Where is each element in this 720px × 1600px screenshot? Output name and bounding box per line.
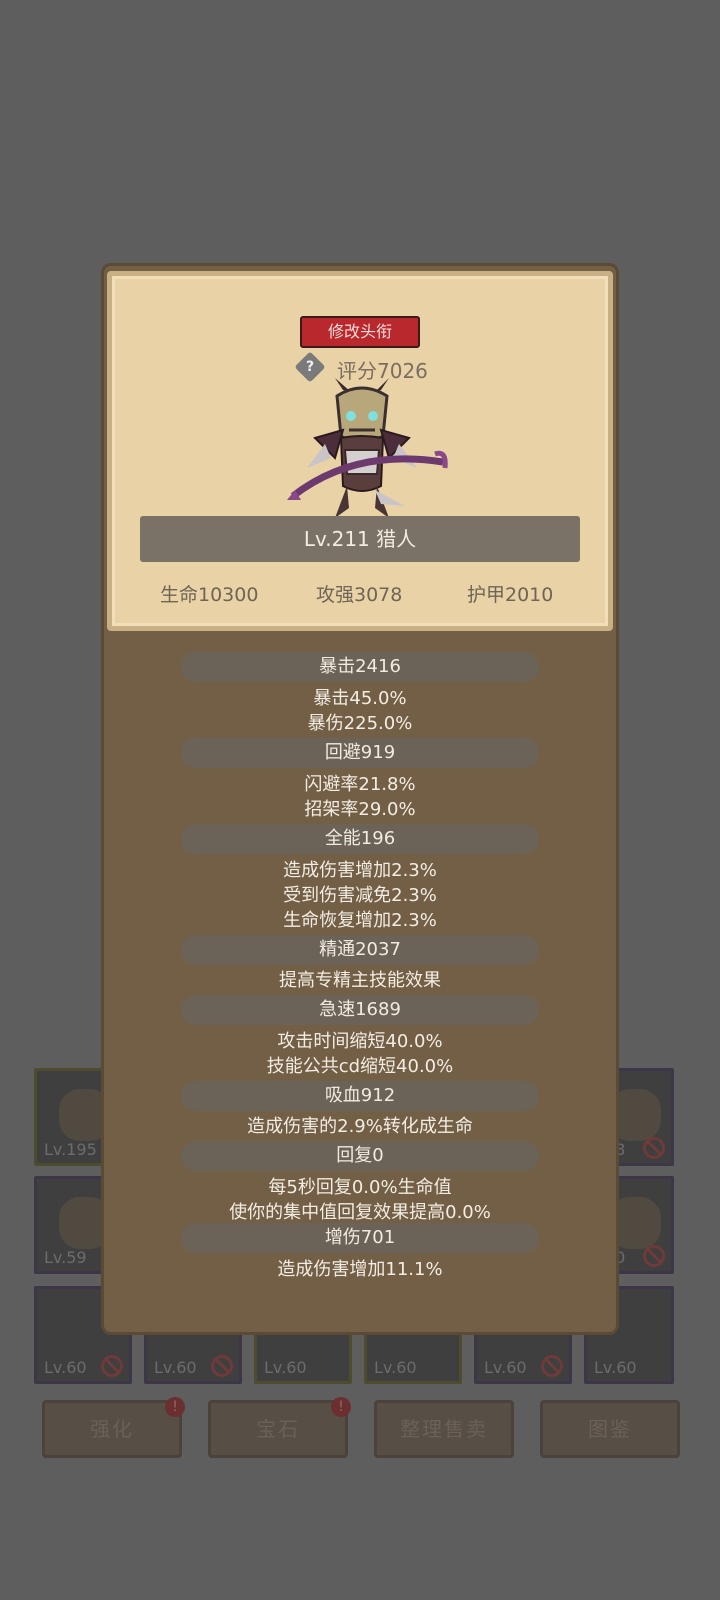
base-stat-attack: 攻强3078 [316, 584, 403, 606]
change-title-button[interactable]: 修改头衔 [300, 316, 420, 348]
base-stat-armor: 护甲2010 [467, 584, 554, 606]
item-level: Lv.60 [44, 1358, 87, 1377]
gem-button[interactable]: 宝石 ! [208, 1397, 351, 1458]
sort-sell-label: 整理售卖 [400, 1417, 488, 1441]
stat-line: 暴击45.0% [313, 688, 407, 709]
base-stat-hp: 生命10300 [160, 584, 259, 606]
stat-line: 每5秒回复0.0%生命值 [268, 1177, 452, 1198]
help-icon-glyph: ? [305, 359, 315, 375]
hunter-character-portrait [287, 378, 448, 518]
locked-icon [541, 1355, 563, 1377]
enhance-label: 强化 [90, 1417, 134, 1441]
stat-header-haste: 急速1689 [181, 995, 539, 1025]
stat-line: 受到伤害减免2.3% [283, 885, 437, 906]
stat-header-lifesteal: 吸血912 [181, 1081, 539, 1111]
stat-header-mastery: 精通2037 [181, 935, 539, 965]
item-level: Lv.60 [484, 1358, 527, 1377]
sort-sell-button[interactable]: 整理售卖 [374, 1400, 514, 1458]
locked-icon [211, 1355, 233, 1377]
item-level: Lv.60 [154, 1358, 197, 1377]
codex-button[interactable]: 图鉴 [540, 1400, 680, 1458]
alert-badge-icon: ! [165, 1397, 185, 1417]
stat-line: 使你的集中值回复效果提高0.0% [229, 1202, 491, 1223]
stat-line: 造成伤害增加2.3% [283, 860, 437, 881]
stat-line: 造成伤害增加11.1% [277, 1259, 443, 1280]
item-level: Lv.60 [374, 1358, 417, 1377]
stat-header-crit: 暴击2416 [181, 652, 539, 682]
stat-line: 提高专精主技能效果 [279, 970, 441, 991]
stat-line: 暴伤225.0% [307, 713, 413, 734]
stat-header-recovery: 回复0 [181, 1141, 539, 1171]
gem-label: 宝石 [256, 1417, 300, 1441]
stat-line: 攻击时间缩短40.0% [277, 1031, 443, 1052]
stat-header-versatility: 全能196 [181, 824, 539, 854]
stat-line: 生命恢复增加2.3% [283, 910, 437, 931]
item-level: Lv.60 [594, 1358, 637, 1377]
item-level: Lv.195 [44, 1140, 97, 1159]
locked-icon [643, 1137, 665, 1159]
item-level: Lv.59 [44, 1248, 87, 1267]
enhance-button[interactable]: 强化 ! [42, 1397, 185, 1458]
stat-line: 招架率29.0% [304, 799, 416, 820]
stat-header-dodge: 回避919 [181, 738, 539, 768]
stat-line: 技能公共cd缩短40.0% [266, 1056, 454, 1077]
item-level: Lv.60 [264, 1358, 307, 1377]
alert-badge-icon: ! [331, 1397, 351, 1417]
codex-label: 图鉴 [588, 1417, 632, 1441]
stat-line: 闪避率21.8% [304, 774, 416, 795]
locked-icon [643, 1245, 665, 1267]
stat-header-damage-bonus: 增伤701 [181, 1223, 539, 1253]
character-name-bar: Lv.211 猎人 [140, 516, 580, 562]
locked-icon [101, 1355, 123, 1377]
stat-line: 造成伤害的2.9%转化成生命 [247, 1116, 473, 1137]
